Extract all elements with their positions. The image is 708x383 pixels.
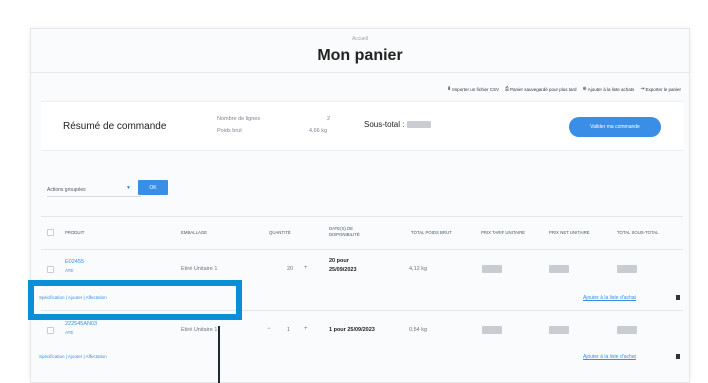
select-all-checkbox[interactable] (47, 229, 54, 236)
print-icon: ⎙ (504, 86, 509, 92)
product-code-link[interactable]: 222545AN03 (65, 321, 97, 327)
trash-icon[interactable] (676, 295, 680, 300)
total-weight: 4,12 kg (409, 266, 428, 272)
subtotal-value-redacted (406, 121, 431, 129)
summary-title: Résumé de commande (63, 121, 167, 132)
validate-order-button[interactable]: Valider ma commande (569, 117, 661, 137)
trash-icon[interactable] (676, 354, 680, 359)
th-unit-price: Prix tarif unitaire (481, 230, 526, 235)
total-weight: 0,54 kg (409, 327, 428, 333)
subtotal-label: Sous-total : (364, 120, 405, 129)
quantity-increment-button[interactable]: + (304, 326, 308, 332)
table-header: Produit Emballage Quantité Date(s) de di… (41, 216, 683, 250)
callout-highlight-box (28, 280, 242, 320)
save-for-later-label: Panier sauvegardé pour plus tard (509, 86, 577, 92)
order-summary: Résumé de commande Nombre de lignes 2 Po… (41, 101, 683, 151)
unit-price-redacted (482, 265, 502, 273)
weight-value: 4,66 kg (309, 128, 328, 134)
callout-pointer-line (218, 326, 220, 383)
th-total: Total sous-total (617, 230, 659, 235)
availability-line1: 1 pour 25/09/2023 (329, 327, 375, 333)
subtotal: Sous-total : (364, 120, 431, 129)
export-cart-label: Exporter le panier (645, 86, 681, 92)
add-to-list-link[interactable]: Ajouter à la liste d'achat (583, 354, 636, 360)
add-to-purchase-list-action[interactable]: ⊕ Ajouter à la liste achats (583, 86, 635, 92)
th-product: Produit (65, 230, 85, 235)
th-total-weight: Total poids brut (411, 230, 452, 235)
row-links[interactable]: Spécification | Ajouter | Affectation (39, 354, 107, 359)
page: Accueil Mon panier ⬇ Importer un fichier … (0, 0, 708, 383)
row-checkbox[interactable] (47, 327, 54, 334)
th-packaging: Emballage (181, 230, 208, 235)
unit-price-redacted (482, 326, 502, 334)
quantity-value[interactable]: 20 (287, 266, 293, 272)
add-to-purchase-list-label: Ajouter à la liste achats (587, 86, 635, 92)
export-cart-action[interactable]: ⇥ Exporter le panier (640, 86, 681, 92)
import-csv-action[interactable]: ⬇ Importer un fichier CSV (447, 86, 499, 92)
packaging: Etiré Unitaire 1 (181, 266, 218, 272)
row-checkbox[interactable] (47, 266, 54, 273)
cart-panel: Accueil Mon panier ⬇ Importer un fichier … (30, 28, 690, 383)
save-for-later-action[interactable]: ⎙ Panier sauvegardé pour plus tard (505, 86, 577, 92)
th-availability: Date(s) de disponibilité (329, 226, 360, 237)
availability-line2: 25/09/2023 (329, 267, 357, 273)
bulk-ok-button[interactable]: OK (138, 180, 168, 195)
total-redacted (617, 326, 637, 334)
product-sub: ATE (65, 330, 74, 335)
product-code-link[interactable]: E02455 (65, 259, 84, 265)
total-redacted (617, 265, 637, 273)
export-icon: ⇥ (640, 86, 645, 92)
download-icon: ⬇ (446, 86, 452, 92)
product-sub: ATE (65, 268, 74, 273)
chevron-down-icon: ▼ (126, 185, 131, 191)
net-price-redacted (549, 265, 569, 273)
availability-line1: 20 pour (329, 258, 349, 264)
th-quantity: Quantité (269, 230, 291, 235)
net-price-redacted (549, 326, 569, 334)
breadcrumb[interactable]: Accueil (31, 36, 689, 42)
bulk-actions-label: Actions groupées (47, 187, 86, 193)
lines-label: Nombre de lignes (217, 116, 261, 122)
list-add-icon: ⊕ (582, 86, 587, 92)
th-net-unit-price: Prix net unitaire (549, 230, 590, 235)
cart-actions: ⬇ Importer un fichier CSV ⎙ Panier sauvega… (447, 86, 681, 92)
divider (31, 72, 689, 73)
quantity-increment-button[interactable]: + (304, 265, 308, 271)
quantity-value[interactable]: 1 (287, 327, 290, 333)
lines-value: 2 (327, 116, 331, 122)
weight-label: Poids brut (217, 128, 242, 134)
page-title: Mon panier (317, 47, 403, 64)
import-csv-label: Importer un fichier CSV (452, 86, 499, 92)
packaging: Etiré Unitaire 1 (181, 327, 218, 333)
quantity-decrement-button[interactable]: − (267, 326, 271, 332)
add-to-list-link[interactable]: Ajouter à la liste d'achat (583, 295, 636, 301)
